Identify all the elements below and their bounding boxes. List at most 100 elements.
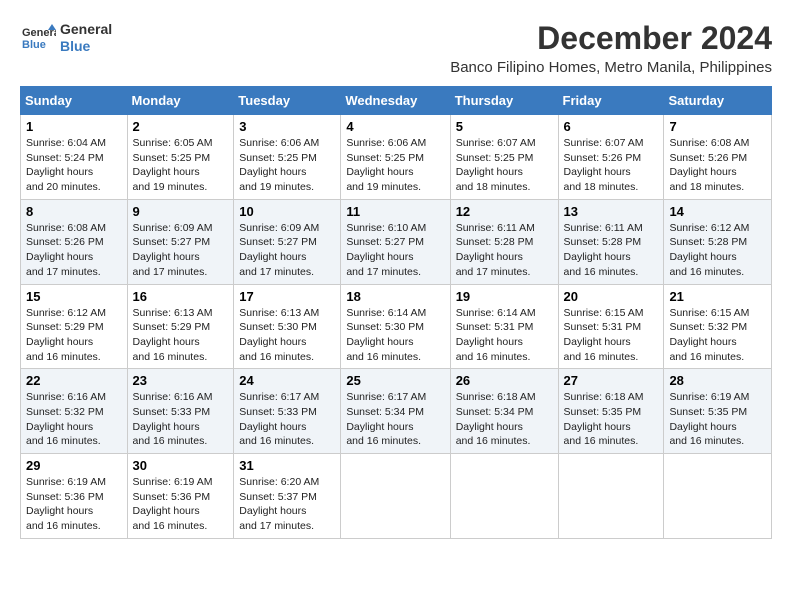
table-row: 1 Sunrise: 6:04 AM Sunset: 5:24 PM Dayli…	[21, 115, 128, 200]
calendar-week-row: 8 Sunrise: 6:08 AM Sunset: 5:26 PM Dayli…	[21, 199, 772, 284]
day-number: 31	[239, 458, 335, 473]
day-info: Sunrise: 6:08 AM Sunset: 5:26 PM Dayligh…	[669, 136, 766, 195]
table-row: 22 Sunrise: 6:16 AM Sunset: 5:32 PM Dayl…	[21, 369, 128, 454]
table-row: 27 Sunrise: 6:18 AM Sunset: 5:35 PM Dayl…	[558, 369, 664, 454]
table-row: 28 Sunrise: 6:19 AM Sunset: 5:35 PM Dayl…	[664, 369, 772, 454]
table-row: 29 Sunrise: 6:19 AM Sunset: 5:36 PM Dayl…	[21, 454, 128, 539]
day-info: Sunrise: 6:12 AM Sunset: 5:28 PM Dayligh…	[669, 221, 766, 280]
day-number: 6	[564, 119, 659, 134]
day-info: Sunrise: 6:18 AM Sunset: 5:35 PM Dayligh…	[564, 390, 659, 449]
calendar-week-row: 15 Sunrise: 6:12 AM Sunset: 5:29 PM Dayl…	[21, 284, 772, 369]
day-number: 27	[564, 373, 659, 388]
day-number: 17	[239, 289, 335, 304]
empty-cell	[341, 454, 450, 539]
header: General Blue General Blue December 2024 …	[20, 20, 772, 76]
day-number: 10	[239, 204, 335, 219]
day-info: Sunrise: 6:15 AM Sunset: 5:32 PM Dayligh…	[669, 306, 766, 365]
day-number: 29	[26, 458, 122, 473]
table-row: 26 Sunrise: 6:18 AM Sunset: 5:34 PM Dayl…	[450, 369, 558, 454]
calendar-week-row: 29 Sunrise: 6:19 AM Sunset: 5:36 PM Dayl…	[21, 454, 772, 539]
day-number: 18	[346, 289, 444, 304]
day-info: Sunrise: 6:14 AM Sunset: 5:31 PM Dayligh…	[456, 306, 553, 365]
table-row: 20 Sunrise: 6:15 AM Sunset: 5:31 PM Dayl…	[558, 284, 664, 369]
table-row: 24 Sunrise: 6:17 AM Sunset: 5:33 PM Dayl…	[234, 369, 341, 454]
col-friday: Friday	[558, 87, 664, 115]
calendar-header-row: Sunday Monday Tuesday Wednesday Thursday…	[21, 87, 772, 115]
month-title: December 2024	[450, 20, 772, 57]
calendar: Sunday Monday Tuesday Wednesday Thursday…	[20, 86, 772, 539]
empty-cell	[664, 454, 772, 539]
day-info: Sunrise: 6:11 AM Sunset: 5:28 PM Dayligh…	[456, 221, 553, 280]
table-row: 13 Sunrise: 6:11 AM Sunset: 5:28 PM Dayl…	[558, 199, 664, 284]
day-info: Sunrise: 6:08 AM Sunset: 5:26 PM Dayligh…	[26, 221, 122, 280]
day-number: 2	[133, 119, 229, 134]
day-info: Sunrise: 6:15 AM Sunset: 5:31 PM Dayligh…	[564, 306, 659, 365]
day-info: Sunrise: 6:09 AM Sunset: 5:27 PM Dayligh…	[133, 221, 229, 280]
day-number: 24	[239, 373, 335, 388]
day-number: 28	[669, 373, 766, 388]
day-number: 20	[564, 289, 659, 304]
day-number: 13	[564, 204, 659, 219]
day-info: Sunrise: 6:19 AM Sunset: 5:35 PM Dayligh…	[669, 390, 766, 449]
day-number: 7	[669, 119, 766, 134]
table-row: 12 Sunrise: 6:11 AM Sunset: 5:28 PM Dayl…	[450, 199, 558, 284]
day-info: Sunrise: 6:20 AM Sunset: 5:37 PM Dayligh…	[239, 475, 335, 534]
table-row: 8 Sunrise: 6:08 AM Sunset: 5:26 PM Dayli…	[21, 199, 128, 284]
day-info: Sunrise: 6:16 AM Sunset: 5:32 PM Dayligh…	[26, 390, 122, 449]
empty-cell	[450, 454, 558, 539]
col-wednesday: Wednesday	[341, 87, 450, 115]
day-info: Sunrise: 6:12 AM Sunset: 5:29 PM Dayligh…	[26, 306, 122, 365]
table-row: 31 Sunrise: 6:20 AM Sunset: 5:37 PM Dayl…	[234, 454, 341, 539]
day-number: 22	[26, 373, 122, 388]
day-number: 9	[133, 204, 229, 219]
day-number: 30	[133, 458, 229, 473]
table-row: 2 Sunrise: 6:05 AM Sunset: 5:25 PM Dayli…	[127, 115, 234, 200]
table-row: 30 Sunrise: 6:19 AM Sunset: 5:36 PM Dayl…	[127, 454, 234, 539]
logo-icon: General Blue	[20, 20, 56, 56]
table-row: 3 Sunrise: 6:06 AM Sunset: 5:25 PM Dayli…	[234, 115, 341, 200]
col-thursday: Thursday	[450, 87, 558, 115]
col-tuesday: Tuesday	[234, 87, 341, 115]
day-info: Sunrise: 6:19 AM Sunset: 5:36 PM Dayligh…	[26, 475, 122, 534]
location-title: Banco Filipino Homes, Metro Manila, Phil…	[450, 59, 772, 76]
calendar-week-row: 22 Sunrise: 6:16 AM Sunset: 5:32 PM Dayl…	[21, 369, 772, 454]
col-sunday: Sunday	[21, 87, 128, 115]
day-number: 11	[346, 204, 444, 219]
day-number: 21	[669, 289, 766, 304]
table-row: 5 Sunrise: 6:07 AM Sunset: 5:25 PM Dayli…	[450, 115, 558, 200]
table-row: 21 Sunrise: 6:15 AM Sunset: 5:32 PM Dayl…	[664, 284, 772, 369]
day-number: 3	[239, 119, 335, 134]
day-info: Sunrise: 6:05 AM Sunset: 5:25 PM Dayligh…	[133, 136, 229, 195]
day-number: 23	[133, 373, 229, 388]
day-info: Sunrise: 6:07 AM Sunset: 5:26 PM Dayligh…	[564, 136, 659, 195]
day-info: Sunrise: 6:13 AM Sunset: 5:30 PM Dayligh…	[239, 306, 335, 365]
table-row: 23 Sunrise: 6:16 AM Sunset: 5:33 PM Dayl…	[127, 369, 234, 454]
day-number: 19	[456, 289, 553, 304]
table-row: 7 Sunrise: 6:08 AM Sunset: 5:26 PM Dayli…	[664, 115, 772, 200]
table-row: 17 Sunrise: 6:13 AM Sunset: 5:30 PM Dayl…	[234, 284, 341, 369]
day-number: 5	[456, 119, 553, 134]
table-row: 6 Sunrise: 6:07 AM Sunset: 5:26 PM Dayli…	[558, 115, 664, 200]
table-row: 19 Sunrise: 6:14 AM Sunset: 5:31 PM Dayl…	[450, 284, 558, 369]
day-number: 1	[26, 119, 122, 134]
table-row: 25 Sunrise: 6:17 AM Sunset: 5:34 PM Dayl…	[341, 369, 450, 454]
table-row: 4 Sunrise: 6:06 AM Sunset: 5:25 PM Dayli…	[341, 115, 450, 200]
day-info: Sunrise: 6:17 AM Sunset: 5:33 PM Dayligh…	[239, 390, 335, 449]
logo-text: General Blue	[60, 21, 112, 55]
day-number: 25	[346, 373, 444, 388]
calendar-week-row: 1 Sunrise: 6:04 AM Sunset: 5:24 PM Dayli…	[21, 115, 772, 200]
empty-cell	[558, 454, 664, 539]
day-info: Sunrise: 6:09 AM Sunset: 5:27 PM Dayligh…	[239, 221, 335, 280]
day-info: Sunrise: 6:06 AM Sunset: 5:25 PM Dayligh…	[346, 136, 444, 195]
table-row: 10 Sunrise: 6:09 AM Sunset: 5:27 PM Dayl…	[234, 199, 341, 284]
day-info: Sunrise: 6:04 AM Sunset: 5:24 PM Dayligh…	[26, 136, 122, 195]
table-row: 18 Sunrise: 6:14 AM Sunset: 5:30 PM Dayl…	[341, 284, 450, 369]
day-number: 26	[456, 373, 553, 388]
day-info: Sunrise: 6:17 AM Sunset: 5:34 PM Dayligh…	[346, 390, 444, 449]
table-row: 9 Sunrise: 6:09 AM Sunset: 5:27 PM Dayli…	[127, 199, 234, 284]
col-monday: Monday	[127, 87, 234, 115]
day-info: Sunrise: 6:11 AM Sunset: 5:28 PM Dayligh…	[564, 221, 659, 280]
table-row: 16 Sunrise: 6:13 AM Sunset: 5:29 PM Dayl…	[127, 284, 234, 369]
day-info: Sunrise: 6:10 AM Sunset: 5:27 PM Dayligh…	[346, 221, 444, 280]
table-row: 15 Sunrise: 6:12 AM Sunset: 5:29 PM Dayl…	[21, 284, 128, 369]
